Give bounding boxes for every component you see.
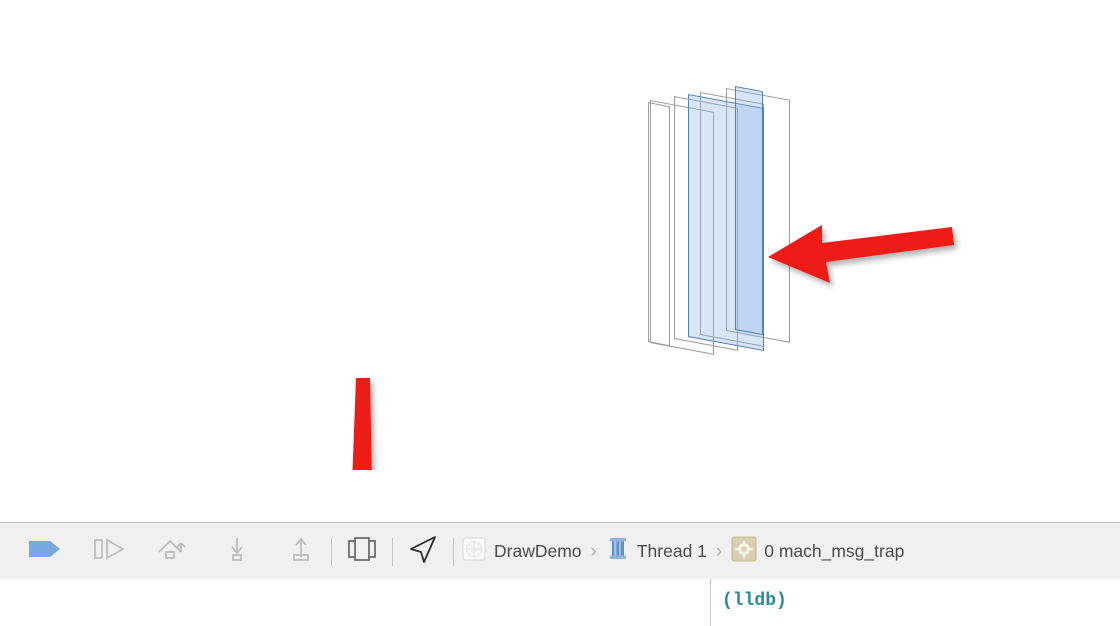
breadcrumb-chevron-1: › (590, 541, 597, 562)
location-arrow-icon (407, 534, 439, 569)
console-pane-divider[interactable] (710, 579, 711, 626)
xcode-view-debugger-window: DrawDemo › Thread 1 › 0 mach_msg_trap (l… (0, 0, 1120, 626)
breadcrumb-frame[interactable]: 0 mach_msg_trap (731, 529, 904, 575)
debug-view-hierarchy-button[interactable] (339, 529, 385, 575)
simulate-location-button[interactable] (400, 529, 446, 575)
continue-icon (92, 536, 126, 567)
debug-bar-separator-1 (331, 537, 332, 566)
arrow-to-view-hierarchy-button (318, 372, 418, 470)
step-over-button[interactable] (150, 529, 196, 575)
view-debugger-control-bar (0, 470, 1120, 523)
step-out-icon (287, 535, 315, 568)
debug-bar: DrawDemo › Thread 1 › 0 mach_msg_trap (0, 522, 1120, 581)
breadcrumb-chevron-2: › (715, 541, 723, 562)
toggle-breakpoints-button[interactable] (22, 529, 68, 575)
breadcrumb-frame-label: 0 mach_msg_trap (764, 541, 905, 561)
lldb-prompt: (lldb) (722, 591, 787, 611)
view-pane-5-selected-front[interactable] (735, 86, 763, 336)
function-gear-icon (731, 536, 757, 567)
breadcrumb-process[interactable]: DrawDemo (461, 529, 582, 575)
breakpoint-flag-icon (28, 538, 62, 565)
view-hierarchy-3d[interactable] (630, 80, 830, 370)
step-out-button[interactable] (278, 529, 324, 575)
continue-button[interactable] (86, 529, 132, 575)
breadcrumb-process-label: DrawDemo (494, 541, 582, 561)
debug-bar-separator-2 (392, 537, 393, 566)
step-into-button[interactable] (214, 529, 260, 575)
app-icon (461, 536, 487, 567)
breadcrumb-thread[interactable]: Thread 1 (606, 529, 707, 575)
thread-spool-icon (606, 536, 630, 567)
view-hierarchy-icon (346, 535, 378, 568)
step-over-icon (156, 536, 190, 567)
step-into-icon (223, 535, 251, 568)
debug-bar-separator-3 (453, 537, 454, 566)
breadcrumb-thread-label: Thread 1 (636, 541, 707, 561)
view-debugger-canvas[interactable] (0, 0, 1120, 470)
debug-area-console[interactable]: (lldb) (0, 579, 1120, 626)
